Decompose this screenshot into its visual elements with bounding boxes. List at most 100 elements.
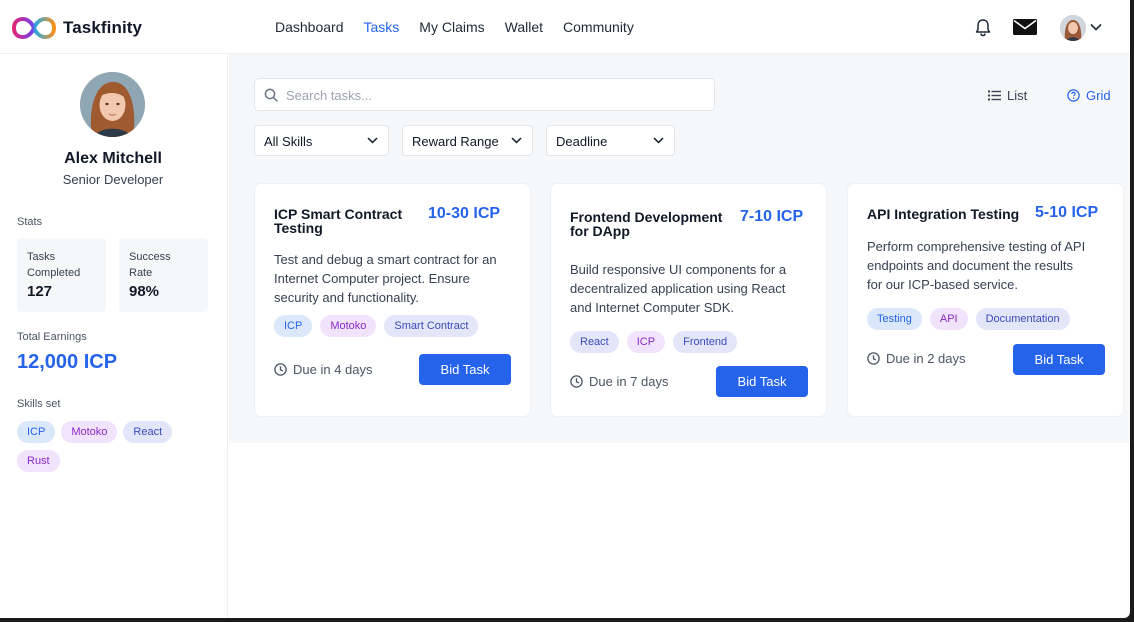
task-title-line: for DApp	[570, 223, 630, 239]
desc-line: decentralized application using React	[570, 281, 786, 296]
filter-deadline-dropdown[interactable]: Deadline	[546, 125, 675, 156]
chevron-down-icon[interactable]	[1090, 23, 1102, 31]
task-tags: React ICP Frontend	[570, 331, 745, 353]
stats-heading: Stats	[17, 216, 43, 228]
task-title: ICP Smart Contract Testing	[274, 207, 402, 235]
profile-photo-icon	[80, 72, 145, 137]
chevron-down-icon	[511, 137, 522, 144]
task-description: Perform comprehensive testing of API end…	[867, 237, 1085, 294]
profile-sidebar: Alex Mitchell Senior Developer Stats Tas…	[0, 54, 228, 618]
task-due-text: Due in 2 days	[886, 351, 966, 366]
tag-chip: API	[929, 308, 968, 330]
top-header: Taskfinity Dashboard Tasks My Claims Wal…	[0, 0, 1130, 54]
tag-chip: Motoko	[320, 315, 377, 337]
tag-chip: Documentation	[975, 308, 1070, 330]
task-card[interactable]: API Integration Testing 5-10 ICP Perform…	[847, 183, 1124, 417]
desc-line: Build responsive UI components for a	[570, 262, 787, 277]
list-icon	[988, 90, 1001, 101]
task-title: API Integration Testing	[867, 207, 1019, 221]
tag-chip: ICP	[274, 315, 313, 337]
task-due: Due in 7 days	[570, 374, 669, 389]
stat-label: Tasks	[27, 251, 56, 263]
skill-chip: React	[123, 421, 173, 443]
task-tags: Testing API Documentation	[867, 308, 1078, 330]
infinity-logo-icon	[12, 17, 56, 39]
view-grid-button[interactable]: Grid	[1067, 88, 1111, 103]
desc-line: for our ICP-based service.	[867, 277, 1019, 292]
tag-chip: Smart Contract	[384, 315, 479, 337]
bell-icon[interactable]	[974, 18, 992, 37]
filter-skills-dropdown[interactable]: All Skills	[254, 125, 389, 156]
stat-label: Completed	[27, 267, 81, 279]
stat-value: 127	[27, 283, 53, 300]
desc-line: and Internet Computer SDK.	[570, 300, 735, 315]
task-title-line: ICP Smart Contract	[274, 206, 403, 222]
chevron-down-icon	[653, 137, 664, 144]
stat-value: 98%	[129, 283, 160, 300]
stat-label: Rate	[129, 267, 153, 279]
task-title-line: API Integration Testing	[867, 206, 1020, 222]
profile-role: Senior Developer	[62, 172, 164, 187]
nav-dashboard[interactable]: Dashboard	[275, 19, 344, 35]
task-due-text: Due in 7 days	[589, 374, 669, 389]
tag-chip: ICP	[626, 331, 666, 353]
nav-community[interactable]: Community	[563, 19, 634, 35]
logo[interactable]: Taskfinity	[12, 15, 142, 41]
view-grid-label: Grid	[1086, 88, 1111, 103]
clock-icon	[867, 352, 880, 365]
desc-line: Perform comprehensive testing of API	[867, 239, 1086, 254]
user-photo-icon	[1060, 15, 1086, 41]
profile-avatar	[80, 72, 145, 137]
nav-wallet[interactable]: Wallet	[505, 19, 543, 35]
grid-help-icon	[1067, 89, 1080, 102]
main-nav: Dashboard Tasks My Claims Wallet Communi…	[275, 19, 654, 35]
skill-chip: Rust	[17, 450, 60, 472]
search-icon	[264, 88, 278, 102]
bid-task-button[interactable]: Bid Task	[419, 354, 511, 385]
app-window: Taskfinity Dashboard Tasks My Claims Wal…	[0, 0, 1130, 618]
nav-tasks[interactable]: Tasks	[364, 19, 400, 35]
task-reward: 5-10 ICP	[1035, 204, 1099, 221]
desc-line: security and functionality.	[274, 290, 419, 305]
search-input[interactable]	[286, 86, 686, 104]
bid-task-button[interactable]: Bid Task	[716, 366, 808, 397]
stat-success-rate: Success Rate 98%	[119, 238, 208, 312]
tasks-main: List Grid All Skills Reward Range Deadli…	[229, 54, 1130, 443]
bid-task-button[interactable]: Bid Task	[1013, 344, 1105, 375]
task-due: Due in 2 days	[867, 351, 966, 366]
tag-chip: Frontend	[673, 331, 738, 353]
avatar[interactable]	[1060, 15, 1086, 41]
skills-heading: Skills set	[17, 398, 61, 410]
profile-name: Alex Mitchell	[64, 150, 162, 167]
task-description: Build responsive UI components for a dec…	[570, 260, 786, 317]
app-name: Taskfinity	[63, 18, 143, 37]
nav-my-claims[interactable]: My Claims	[419, 19, 484, 35]
task-tags: ICP Motoko Smart Contract	[274, 315, 486, 337]
earnings-value: 12,000 ICP	[17, 351, 118, 373]
desc-line: endpoints and document the results	[867, 258, 1073, 273]
tag-chip: React	[570, 331, 619, 353]
skill-chip: ICP	[17, 421, 56, 443]
task-reward: 10-30 ICP	[428, 205, 501, 222]
view-list-label: List	[1007, 88, 1028, 103]
search-bar[interactable]	[254, 78, 715, 111]
chevron-down-icon	[367, 137, 378, 144]
task-due: Due in 4 days	[274, 362, 373, 377]
task-title-line: Frontend Development	[570, 209, 723, 225]
skills-list: ICP Motoko React Rust	[17, 421, 217, 479]
filter-deadline-label: Deadline	[556, 134, 608, 149]
clock-icon	[274, 363, 287, 376]
task-card[interactable]: Frontend Development for DApp 7-10 ICP B…	[550, 183, 827, 417]
task-due-text: Due in 4 days	[293, 362, 373, 377]
task-card[interactable]: ICP Smart Contract Testing 10-30 ICP Tes…	[254, 183, 531, 417]
desc-line: Internet Computer project. Ensure	[274, 271, 470, 286]
mail-icon[interactable]	[1013, 19, 1037, 35]
filter-skills-label: All Skills	[264, 134, 313, 149]
view-list-button[interactable]: List	[988, 88, 1027, 103]
stat-label: Success	[129, 251, 171, 263]
task-title-line: Testing	[274, 220, 323, 236]
tag-chip: Testing	[867, 308, 922, 330]
filter-reward-label: Reward Range	[412, 134, 499, 149]
task-description: Test and debug a smart contract for an I…	[274, 250, 497, 307]
filter-reward-dropdown[interactable]: Reward Range	[402, 125, 533, 156]
